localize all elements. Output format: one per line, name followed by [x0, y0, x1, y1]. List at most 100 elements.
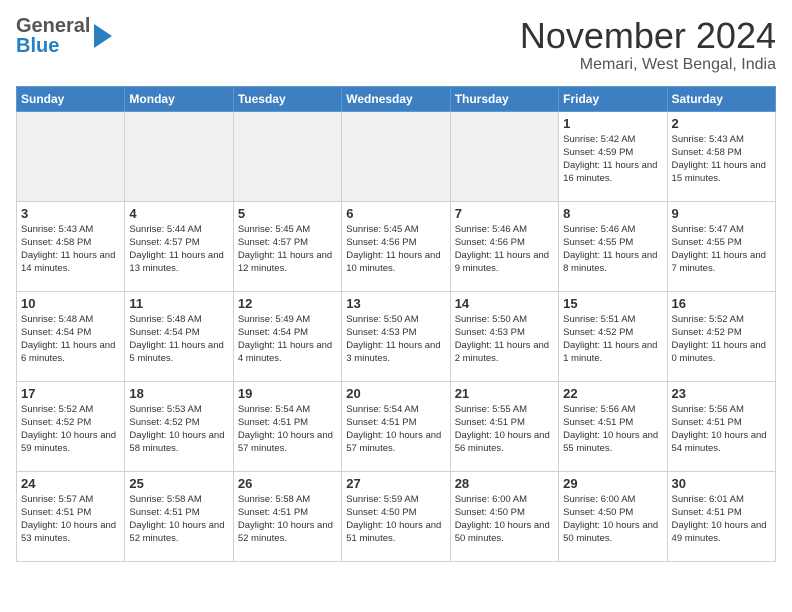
logo-line2: Blue: [16, 36, 90, 56]
day-number: 22: [563, 386, 662, 401]
day-info: Sunrise: 5:58 AM Sunset: 4:51 PM Dayligh…: [238, 493, 337, 546]
day-info: Sunrise: 5:49 AM Sunset: 4:54 PM Dayligh…: [238, 313, 337, 366]
calendar-day-cell: 23 Sunrise: 5:56 AM Sunset: 4:51 PM Dayli…: [667, 381, 775, 471]
day-number: 18: [129, 386, 228, 401]
day-number: 20: [346, 386, 445, 401]
calendar-week-row: 3Sunrise: 5:43 AM Sunset: 4:58 PM Daylig…: [17, 201, 776, 291]
calendar-day-cell: 9 Sunrise: 5:47 AM Sunset: 4:55 PM Daylig…: [667, 201, 775, 291]
calendar-day-cell: 7 Sunrise: 5:46 AM Sunset: 4:56 PM Daylig…: [450, 201, 558, 291]
calendar-day-cell: 5 Sunrise: 5:45 AM Sunset: 4:57 PM Daylig…: [233, 201, 341, 291]
calendar-day-cell: 26 Sunrise: 5:58 AM Sunset: 4:51 PM Dayli…: [233, 471, 341, 561]
weekday-header-row: SundayMondayTuesdayWednesdayThursdayFrid…: [17, 86, 776, 111]
day-info: Sunrise: 5:46 AM Sunset: 4:56 PM Dayligh…: [455, 223, 554, 276]
location: Memari, West Bengal, India: [520, 56, 776, 74]
logo: General Blue: [16, 16, 112, 56]
day-number: 30: [672, 476, 771, 491]
calendar-day-cell: 1Sunrise: 5:42 AM Sunset: 4:59 PM Daylig…: [559, 111, 667, 201]
calendar-day-cell: 21 Sunrise: 5:55 AM Sunset: 4:51 PM Dayli…: [450, 381, 558, 471]
month-title: November 2024: [520, 16, 776, 56]
day-info: Sunrise: 5:53 AM Sunset: 4:52 PM Dayligh…: [129, 403, 228, 456]
calendar-day-cell: [342, 111, 450, 201]
day-number: 21: [455, 386, 554, 401]
day-info: Sunrise: 5:45 AM Sunset: 4:57 PM Dayligh…: [238, 223, 337, 276]
calendar-week-row: 10 Sunrise: 5:48 AM Sunset: 4:54 PM Dayli…: [17, 291, 776, 381]
day-info: Sunrise: 5:56 AM Sunset: 4:51 PM Dayligh…: [563, 403, 662, 456]
day-number: 9: [672, 206, 771, 221]
calendar-day-cell: [125, 111, 233, 201]
title-section: November 2024 Memari, West Bengal, India: [520, 16, 776, 74]
day-info: Sunrise: 5:54 AM Sunset: 4:51 PM Dayligh…: [346, 403, 445, 456]
calendar-day-cell: [233, 111, 341, 201]
calendar-day-cell: 25 Sunrise: 5:58 AM Sunset: 4:51 PM Dayli…: [125, 471, 233, 561]
calendar-day-cell: 6 Sunrise: 5:45 AM Sunset: 4:56 PM Daylig…: [342, 201, 450, 291]
day-number: 3: [21, 206, 120, 221]
day-number: 24: [21, 476, 120, 491]
day-number: 14: [455, 296, 554, 311]
weekday-header: Monday: [125, 86, 233, 111]
calendar-day-cell: 12 Sunrise: 5:49 AM Sunset: 4:54 PM Dayli…: [233, 291, 341, 381]
calendar-day-cell: [17, 111, 125, 201]
calendar-day-cell: 3Sunrise: 5:43 AM Sunset: 4:58 PM Daylig…: [17, 201, 125, 291]
day-info: Sunrise: 5:45 AM Sunset: 4:56 PM Dayligh…: [346, 223, 445, 276]
calendar-day-cell: 27Sunrise: 5:59 AM Sunset: 4:50 PM Dayli…: [342, 471, 450, 561]
day-info: Sunrise: 5:51 AM Sunset: 4:52 PM Dayligh…: [563, 313, 662, 366]
day-number: 19: [238, 386, 337, 401]
day-number: 15: [563, 296, 662, 311]
calendar-day-cell: 4Sunrise: 5:44 AM Sunset: 4:57 PM Daylig…: [125, 201, 233, 291]
day-number: 2: [672, 116, 771, 131]
day-info: Sunrise: 5:44 AM Sunset: 4:57 PM Dayligh…: [129, 223, 228, 276]
calendar-day-cell: 24 Sunrise: 5:57 AM Sunset: 4:51 PM Dayli…: [17, 471, 125, 561]
logo-arrow-icon: [94, 24, 112, 48]
calendar-day-cell: 20 Sunrise: 5:54 AM Sunset: 4:51 PM Dayli…: [342, 381, 450, 471]
calendar-day-cell: 11Sunrise: 5:48 AM Sunset: 4:54 PM Dayli…: [125, 291, 233, 381]
day-info: Sunrise: 5:47 AM Sunset: 4:55 PM Dayligh…: [672, 223, 771, 276]
day-info: Sunrise: 5:50 AM Sunset: 4:53 PM Dayligh…: [455, 313, 554, 366]
weekday-header: Sunday: [17, 86, 125, 111]
calendar-day-cell: 30 Sunrise: 6:01 AM Sunset: 4:51 PM Dayli…: [667, 471, 775, 561]
day-number: 7: [455, 206, 554, 221]
day-info: Sunrise: 5:58 AM Sunset: 4:51 PM Dayligh…: [129, 493, 228, 546]
calendar-week-row: 24 Sunrise: 5:57 AM Sunset: 4:51 PM Dayli…: [17, 471, 776, 561]
day-number: 6: [346, 206, 445, 221]
weekday-header: Thursday: [450, 86, 558, 111]
calendar-day-cell: 17 Sunrise: 5:52 AM Sunset: 4:52 PM Dayli…: [17, 381, 125, 471]
day-number: 13: [346, 296, 445, 311]
day-number: 17: [21, 386, 120, 401]
calendar-day-cell: 8Sunrise: 5:46 AM Sunset: 4:55 PM Daylig…: [559, 201, 667, 291]
day-info: Sunrise: 5:55 AM Sunset: 4:51 PM Dayligh…: [455, 403, 554, 456]
day-info: Sunrise: 5:50 AM Sunset: 4:53 PM Dayligh…: [346, 313, 445, 366]
day-number: 28: [455, 476, 554, 491]
day-info: Sunrise: 5:57 AM Sunset: 4:51 PM Dayligh…: [21, 493, 120, 546]
day-info: Sunrise: 6:00 AM Sunset: 4:50 PM Dayligh…: [563, 493, 662, 546]
day-number: 26: [238, 476, 337, 491]
page-header: General Blue November 2024 Memari, West …: [16, 16, 776, 74]
calendar-day-cell: 13 Sunrise: 5:50 AM Sunset: 4:53 PM Dayli…: [342, 291, 450, 381]
day-number: 12: [238, 296, 337, 311]
calendar-day-cell: 16 Sunrise: 5:52 AM Sunset: 4:52 PM Dayli…: [667, 291, 775, 381]
weekday-header: Wednesday: [342, 86, 450, 111]
calendar-day-cell: 19Sunrise: 5:54 AM Sunset: 4:51 PM Dayli…: [233, 381, 341, 471]
day-info: Sunrise: 5:52 AM Sunset: 4:52 PM Dayligh…: [672, 313, 771, 366]
day-info: Sunrise: 5:48 AM Sunset: 4:54 PM Dayligh…: [21, 313, 120, 366]
day-number: 5: [238, 206, 337, 221]
calendar-day-cell: 15 Sunrise: 5:51 AM Sunset: 4:52 PM Dayli…: [559, 291, 667, 381]
day-number: 1: [563, 116, 662, 131]
calendar-day-cell: 29 Sunrise: 6:00 AM Sunset: 4:50 PM Dayli…: [559, 471, 667, 561]
day-number: 10: [21, 296, 120, 311]
day-number: 23: [672, 386, 771, 401]
day-number: 25: [129, 476, 228, 491]
day-info: Sunrise: 5:56 AM Sunset: 4:51 PM Dayligh…: [672, 403, 771, 456]
weekday-header: Tuesday: [233, 86, 341, 111]
day-info: Sunrise: 6:01 AM Sunset: 4:51 PM Dayligh…: [672, 493, 771, 546]
logo-line1: General: [16, 16, 90, 36]
day-number: 29: [563, 476, 662, 491]
day-info: Sunrise: 5:46 AM Sunset: 4:55 PM Dayligh…: [563, 223, 662, 276]
calendar-day-cell: 2Sunrise: 5:43 AM Sunset: 4:58 PM Daylig…: [667, 111, 775, 201]
weekday-header: Saturday: [667, 86, 775, 111]
calendar-day-cell: 10 Sunrise: 5:48 AM Sunset: 4:54 PM Dayli…: [17, 291, 125, 381]
calendar-day-cell: 28Sunrise: 6:00 AM Sunset: 4:50 PM Dayli…: [450, 471, 558, 561]
day-info: Sunrise: 5:48 AM Sunset: 4:54 PM Dayligh…: [129, 313, 228, 366]
calendar-week-row: 1Sunrise: 5:42 AM Sunset: 4:59 PM Daylig…: [17, 111, 776, 201]
day-info: Sunrise: 5:52 AM Sunset: 4:52 PM Dayligh…: [21, 403, 120, 456]
day-number: 16: [672, 296, 771, 311]
